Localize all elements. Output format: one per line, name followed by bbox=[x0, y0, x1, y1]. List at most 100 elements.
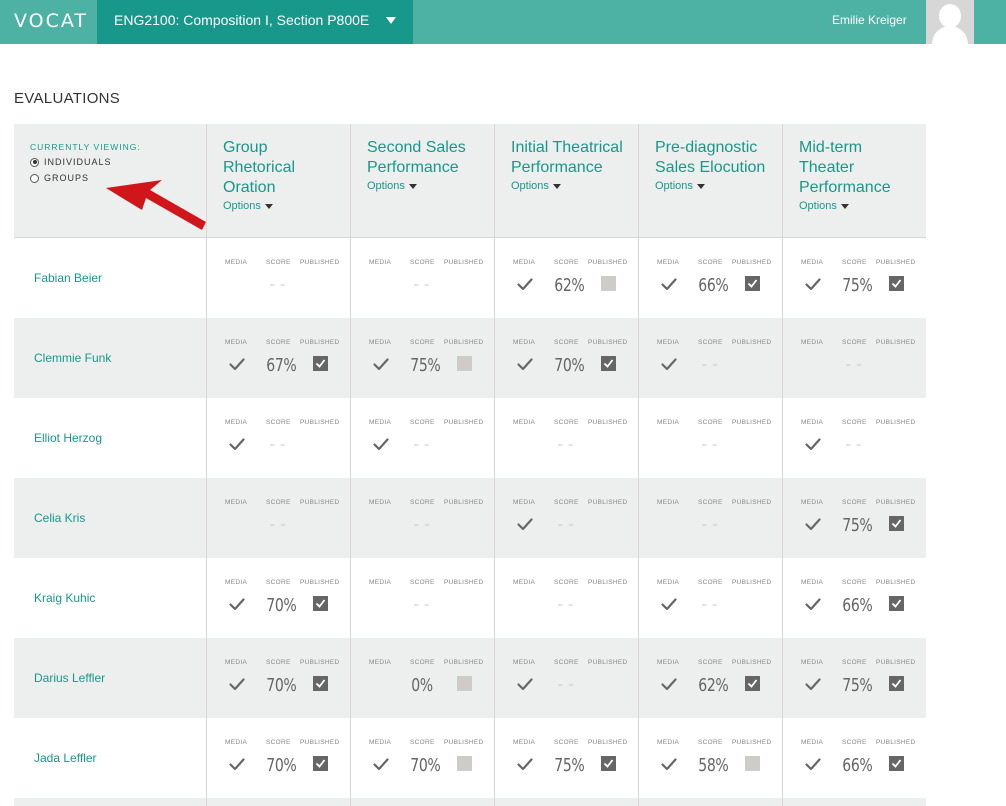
published-checkbox-checked-icon[interactable] bbox=[889, 596, 904, 611]
published-checkbox-unchecked-icon[interactable] bbox=[601, 276, 616, 291]
student-name-link[interactable]: Fabian Beier bbox=[34, 271, 102, 285]
evaluation-cell[interactable]: MEDIA SCORE PUBLISHED – – bbox=[350, 238, 494, 318]
score-empty: – – bbox=[413, 517, 431, 533]
evaluation-cell[interactable]: MEDIA SCORE PUBLISHED – – bbox=[494, 558, 638, 638]
published-checkbox-checked-icon[interactable] bbox=[313, 756, 328, 771]
student-name-link[interactable]: Darius Leffler bbox=[34, 671, 105, 685]
student-name-link[interactable]: Jada Leffler bbox=[34, 751, 97, 765]
evaluation-cell[interactable]: MEDIA SCORE PUBLISHED 62% bbox=[494, 238, 638, 318]
user-name[interactable]: Emilie Kreiger bbox=[832, 0, 907, 44]
app-logo[interactable]: VOCAT bbox=[14, 0, 88, 44]
media-label: MEDIA bbox=[225, 579, 248, 586]
evaluation-cell[interactable]: MEDIA SCORE PUBLISHED – – bbox=[638, 478, 782, 558]
published-checkbox-checked-icon[interactable] bbox=[601, 356, 616, 371]
published-label: PUBLISHED bbox=[444, 659, 484, 666]
evaluation-cell[interactable]: MEDIA SCORE PUBLISHED 75% bbox=[782, 638, 926, 718]
evaluation-cell[interactable]: MEDIA SCORE PUBLISHED – – bbox=[350, 478, 494, 558]
evaluation-cell[interactable]: MEDIA SCORE PUBLISHED 66% bbox=[782, 718, 926, 798]
published-label: PUBLISHED bbox=[300, 579, 340, 586]
published-label: PUBLISHED bbox=[444, 339, 484, 346]
evaluation-cell[interactable]: MEDIA SCORE PUBLISHED – – bbox=[206, 398, 350, 478]
media-label: MEDIA bbox=[513, 739, 536, 746]
evaluation-cell[interactable]: MEDIA SCORE PUBLISHED – – bbox=[494, 398, 638, 478]
column-options-dropdown[interactable]: Options bbox=[223, 200, 350, 212]
published-label: PUBLISHED bbox=[588, 259, 628, 266]
radio-individuals[interactable]: INDIVIDUALS bbox=[30, 157, 112, 167]
evaluation-cell[interactable]: MEDIA SCORE PUBLISHED – – bbox=[638, 318, 782, 398]
published-checkbox-checked-icon[interactable] bbox=[889, 756, 904, 771]
column-options-dropdown[interactable]: Options bbox=[511, 180, 638, 192]
published-checkbox-checked-icon[interactable] bbox=[313, 676, 328, 691]
published-checkbox-checked-icon[interactable] bbox=[889, 276, 904, 291]
evaluation-cell[interactable]: MEDIA SCORE PUBLISHED 75% bbox=[782, 478, 926, 558]
published-label: PUBLISHED bbox=[732, 739, 772, 746]
media-label: MEDIA bbox=[657, 419, 680, 426]
published-checkbox-unchecked-icon[interactable] bbox=[457, 676, 472, 691]
column-options-dropdown[interactable]: Options bbox=[367, 180, 494, 192]
published-checkbox-checked-icon[interactable] bbox=[313, 356, 328, 371]
evaluation-cell[interactable]: MEDIA SCORE PUBLISHED – – bbox=[638, 558, 782, 638]
evaluation-cell[interactable]: MEDIA SCORE PUBLISHED 70% bbox=[206, 718, 350, 798]
published-checkbox-unchecked-icon[interactable] bbox=[457, 756, 472, 771]
published-checkbox-checked-icon[interactable] bbox=[745, 276, 760, 291]
evaluation-cell[interactable]: MEDIA SCORE PUBLISHED – – bbox=[206, 238, 350, 318]
column-title[interactable]: Second Sales Performance bbox=[367, 138, 485, 178]
evaluation-cell[interactable]: MEDIA SCORE PUBLISHED 70% bbox=[206, 638, 350, 718]
evaluation-cell[interactable]: MEDIA SCORE PUBLISHED 58% bbox=[638, 718, 782, 798]
evaluation-cell[interactable]: MEDIA SCORE PUBLISHED – – bbox=[494, 638, 638, 718]
column-title[interactable]: Initial Theatrical Performance bbox=[511, 138, 629, 178]
evaluation-cell[interactable]: MEDIA SCORE PUBLISHED 62% bbox=[638, 638, 782, 718]
evaluation-cell[interactable]: MEDIA SCORE PUBLISHED – – bbox=[782, 398, 926, 478]
column-title[interactable]: Pre-diagnostic Sales Elocution bbox=[655, 138, 773, 178]
published-checkbox-checked-icon[interactable] bbox=[889, 676, 904, 691]
student-name-link[interactable]: Kraig Kuhic bbox=[34, 591, 95, 605]
evaluation-cell[interactable]: MEDIA SCORE PUBLISHED – – bbox=[350, 398, 494, 478]
published-label: PUBLISHED bbox=[588, 739, 628, 746]
student-name-link[interactable]: Clemmie Funk bbox=[34, 351, 111, 365]
score-label: SCORE bbox=[266, 659, 291, 666]
published-label: PUBLISHED bbox=[876, 339, 916, 346]
evaluation-cell[interactable]: MEDIA SCORE PUBLISHED 70% bbox=[206, 558, 350, 638]
course-selector[interactable]: ENG2100: Composition I, Section P800E bbox=[97, 0, 413, 44]
evaluation-cell[interactable]: MEDIA SCORE PUBLISHED 70% bbox=[494, 318, 638, 398]
student-name-link[interactable]: Celia Kris bbox=[34, 511, 85, 525]
student-name-link[interactable]: Elliot Herzog bbox=[34, 431, 102, 445]
published-checkbox-checked-icon[interactable] bbox=[889, 516, 904, 531]
evaluation-cell[interactable]: MEDIA SCORE PUBLISHED 75% bbox=[350, 318, 494, 398]
published-label: PUBLISHED bbox=[588, 659, 628, 666]
evaluation-cell[interactable]: MEDIA SCORE PUBLISHED 67% bbox=[206, 318, 350, 398]
published-checkbox-checked-icon[interactable] bbox=[313, 596, 328, 611]
column-options-dropdown[interactable]: Options bbox=[799, 200, 926, 212]
evaluation-cell[interactable]: MEDIA SCORE PUBLISHED 70% bbox=[350, 718, 494, 798]
score-value: 62% bbox=[698, 675, 729, 696]
media-check-icon bbox=[517, 678, 533, 696]
score-empty: – – bbox=[413, 597, 431, 613]
score-label: SCORE bbox=[266, 259, 291, 266]
table-row: Elliot Herzog MEDIA SCORE PUBLISHED – – MEDIA… bbox=[14, 398, 926, 478]
score-label: SCORE bbox=[554, 339, 579, 346]
column-title[interactable]: Group Rhetorical Oration bbox=[223, 138, 341, 198]
column-options-dropdown[interactable]: Options bbox=[655, 180, 782, 192]
evaluation-cell[interactable]: MEDIA SCORE PUBLISHED 66% bbox=[638, 238, 782, 318]
column-title[interactable]: Mid-term Theater Performance bbox=[799, 138, 917, 198]
table-row: Clemmie Funk MEDIA SCORE PUBLISHED 67% MEDIA S… bbox=[14, 318, 926, 398]
score-label: SCORE bbox=[698, 739, 723, 746]
evaluation-cell[interactable]: MEDIA SCORE PUBLISHED – – bbox=[494, 478, 638, 558]
evaluation-cell[interactable]: MEDIA SCORE PUBLISHED 75% bbox=[494, 718, 638, 798]
media-label: MEDIA bbox=[657, 259, 680, 266]
published-checkbox-unchecked-icon[interactable] bbox=[457, 356, 472, 371]
evaluation-cell[interactable]: MEDIA SCORE PUBLISHED – – bbox=[638, 398, 782, 478]
user-avatar[interactable] bbox=[926, 0, 974, 44]
published-checkbox-unchecked-icon[interactable] bbox=[745, 756, 760, 771]
evaluation-cell[interactable]: MEDIA SCORE PUBLISHED – – bbox=[206, 478, 350, 558]
published-label: PUBLISHED bbox=[444, 579, 484, 586]
radio-groups[interactable]: GROUPS bbox=[30, 173, 89, 183]
evaluation-cell[interactable]: MEDIA SCORE PUBLISHED – – bbox=[350, 558, 494, 638]
published-checkbox-checked-icon[interactable] bbox=[745, 676, 760, 691]
column-options-label: Options bbox=[655, 180, 693, 192]
published-checkbox-checked-icon[interactable] bbox=[601, 756, 616, 771]
evaluation-cell[interactable]: MEDIA SCORE PUBLISHED 0% bbox=[350, 638, 494, 718]
evaluation-cell[interactable]: MEDIA SCORE PUBLISHED 75% bbox=[782, 238, 926, 318]
evaluation-cell[interactable]: MEDIA SCORE PUBLISHED 66% bbox=[782, 558, 926, 638]
evaluation-cell[interactable]: MEDIA SCORE PUBLISHED – – bbox=[782, 318, 926, 398]
